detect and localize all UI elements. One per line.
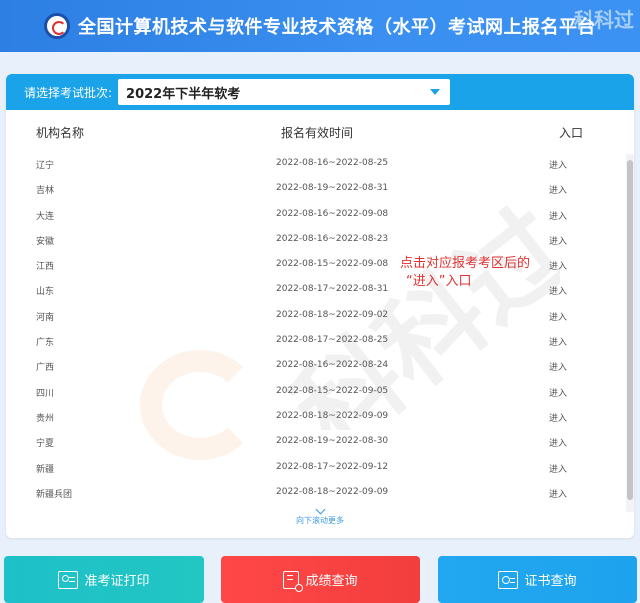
table-row: 新疆 2022-08-17~2022-09-12 进入 [6,462,626,487]
scrollbar-thumb[interactable] [627,160,633,500]
annotation-line-2: “进入”入口 [406,274,472,289]
enter-link[interactable]: 进入 [549,411,567,424]
enter-link[interactable]: 进入 [549,183,567,196]
enter-link[interactable]: 进入 [549,436,567,449]
row-time: 2022-08-16~2022-08-23 [276,233,389,244]
page-title: 全国计算机技术与软件专业技术资格（水平）考试网上报名平台 [78,17,596,38]
table-row: 江西 2022-08-15~2022-09-08 进入 [6,259,626,284]
score-query-label: 成绩查询 [305,574,358,589]
row-name: 广东 [36,338,55,349]
row-name: 广西 [36,363,55,374]
table-row: 宁夏 2022-08-19~2022-08-30 进入 [6,436,626,461]
row-time: 2022-08-16~2022-08-24 [276,360,389,371]
scroll-more-hint[interactable]: 向下滚动更多 [6,504,634,526]
enter-link[interactable]: 进入 [549,259,567,272]
table-header: 机构名称 报名有效时间 入口 [6,124,634,144]
row-name: 山东 [36,287,55,298]
row-time: 2022-08-17~2022-08-25 [276,335,389,346]
table-row: 辽宁 2022-08-16~2022-08-25 进入 [6,158,626,183]
bottom-actions: 准考证打印 成绩查询 证书查询 [0,556,640,603]
registration-panel: 请选择考试批次: 2022年下半年软考 机构名称 报名有效时间 入口 辽宁 202… [6,74,634,538]
column-header-name: 机构名称 [36,126,85,140]
annotation-line-1: 点击对应报考考区后的 [400,256,531,271]
instruction-annotation: 点击对应报考考区后的 “进入”入口 [400,255,530,291]
watermark-top: 科科过 [574,8,634,32]
row-time: 2022-08-16~2022-09-08 [276,208,389,219]
row-name: 河南 [36,312,55,323]
admission-ticket-print-label: 准考证打印 [84,574,150,589]
row-name: 宁夏 [36,439,55,450]
row-name: 新疆 [36,464,55,475]
scrollbar[interactable] [626,154,634,512]
caret-down-icon [430,89,441,95]
enter-link[interactable]: 进入 [549,386,567,399]
scroll-more-label: 向下滚动更多 [296,516,344,525]
row-time: 2022-08-19~2022-08-30 [276,436,389,447]
table-row: 广西 2022-08-16~2022-08-24 进入 [6,360,626,385]
column-header-time: 报名有效时间 [281,126,354,140]
enter-link[interactable]: 进入 [549,209,567,222]
certificate-query-button[interactable]: 证书查询 [438,556,637,603]
table-row: 安徽 2022-08-16~2022-08-23 进入 [6,234,626,259]
column-header-entry: 入口 [559,126,584,140]
enter-link[interactable]: 进入 [549,310,567,323]
logo-icon [44,13,70,39]
certificate-query-label: 证书查询 [524,574,577,589]
enter-link[interactable]: 进入 [549,158,567,171]
row-name: 辽宁 [36,161,55,171]
row-name: 江西 [36,262,55,273]
table-row: 山东 2022-08-17~2022-08-31 进入 [6,284,626,309]
row-time: 2022-08-18~2022-09-09 [276,486,389,497]
row-time: 2022-08-15~2022-09-08 [276,259,389,270]
enter-link[interactable]: 进入 [549,284,567,297]
institution-list: 辽宁 2022-08-16~2022-08-25 进入 吉林 2022-08-19~2… [6,158,626,512]
row-time: 2022-08-18~2022-09-09 [276,410,389,421]
row-name: 安徽 [36,236,55,247]
row-time: 2022-08-16~2022-08-25 [276,158,389,168]
table-row: 贵州 2022-08-18~2022-09-09 进入 [6,411,626,436]
enter-link[interactable]: 进入 [549,335,567,348]
table-row: 大连 2022-08-16~2022-09-08 进入 [6,209,626,234]
row-name: 吉林 [36,186,55,197]
batch-label: 请选择考试批次: [24,85,113,100]
row-time: 2022-08-15~2022-09-05 [276,385,389,396]
batch-select[interactable]: 2022年下半年软考 [118,79,451,105]
table-row: 吉林 2022-08-19~2022-08-31 进入 [6,183,626,208]
batch-select-value: 2022年下半年软考 [126,86,241,102]
row-time: 2022-08-19~2022-08-31 [276,183,389,194]
row-name: 大连 [36,211,55,222]
enter-link[interactable]: 进入 [549,360,567,373]
table-row: 四川 2022-08-15~2022-09-05 进入 [6,386,626,411]
table-row: 广东 2022-08-17~2022-08-25 进入 [6,335,626,360]
table-row: 河南 2022-08-18~2022-09-02 进入 [6,310,626,335]
row-time: 2022-08-18~2022-09-02 [276,309,389,320]
score-query-button[interactable]: 成绩查询 [221,556,420,603]
enter-link[interactable]: 进入 [549,487,567,500]
row-name: 贵州 [36,413,55,424]
admission-ticket-print-button[interactable]: 准考证打印 [4,556,204,603]
enter-link[interactable]: 进入 [549,234,567,247]
row-name: 新疆兵团 [36,489,73,500]
chevron-down-icon [315,504,325,515]
row-time: 2022-08-17~2022-08-31 [276,284,389,295]
row-time: 2022-08-17~2022-09-12 [276,461,389,472]
score-search-icon [283,570,304,592]
row-name: 四川 [36,388,55,399]
batch-selector-bar: 请选择考试批次: 2022年下半年软考 [6,74,634,110]
id-card-icon [58,570,79,589]
header-bar: 全国计算机技术与软件专业技术资格（水平）考试网上报名平台 [0,0,640,52]
enter-link[interactable]: 进入 [549,462,567,475]
certificate-icon [498,570,519,589]
